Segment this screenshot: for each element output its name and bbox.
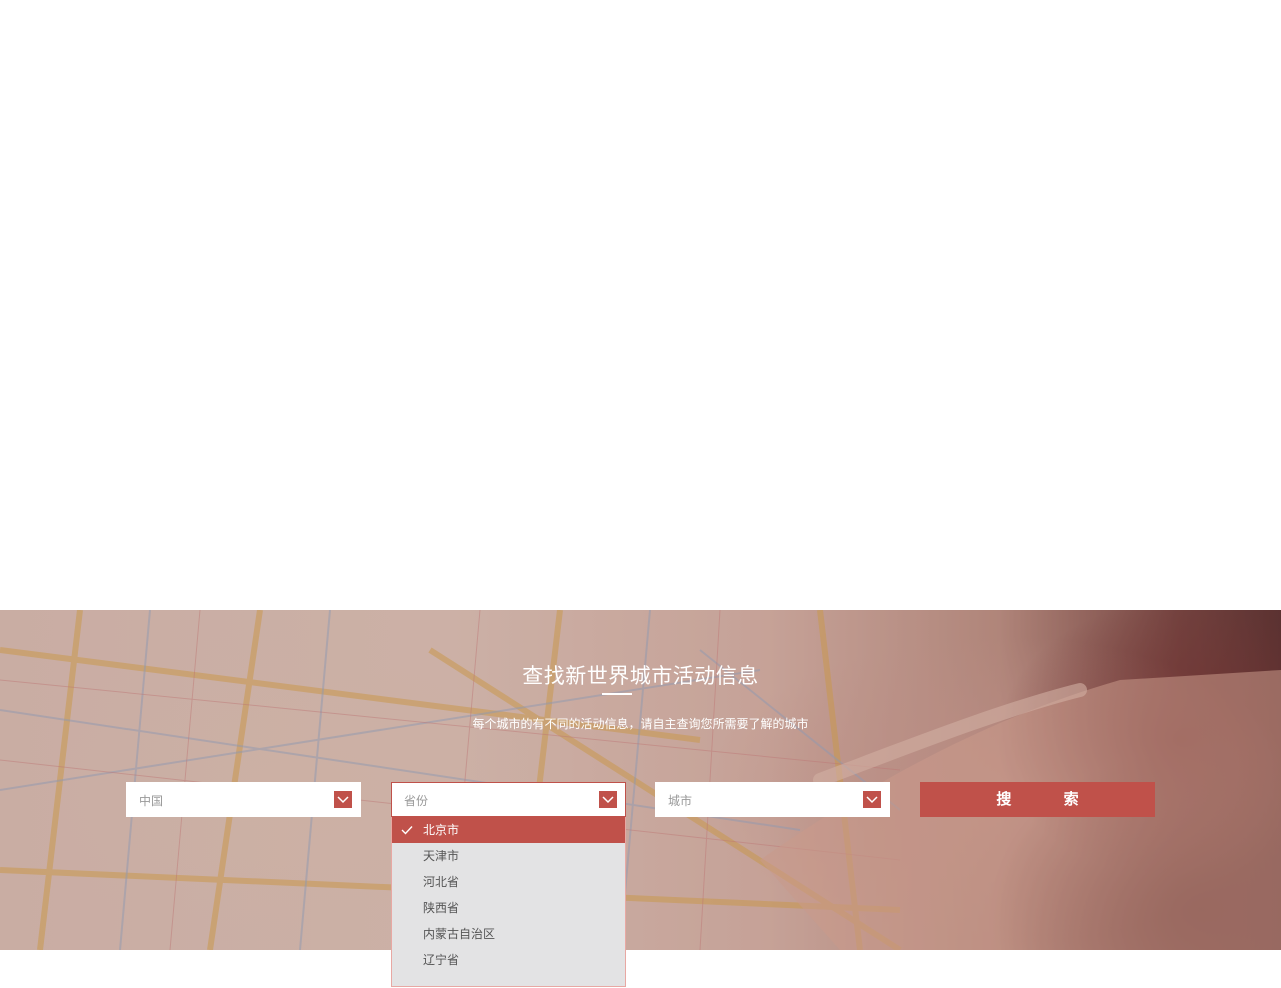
hero-subtitle: 每个城市的有不同的活动信息，请自主查询您所需要了解的城市 bbox=[472, 717, 809, 731]
province-option-beijing[interactable]: 北京市 bbox=[392, 817, 625, 843]
province-option-label: 辽宁省 bbox=[423, 953, 460, 967]
hero-title: 查找新世界城市活动信息 bbox=[522, 664, 759, 688]
province-option-label: 北京市 bbox=[423, 823, 460, 837]
hero-banner: 查找新世界城市活动信息 每个城市的有不同的活动信息，请自主查询您所需要了解的城市 bbox=[0, 610, 1281, 950]
province-option-hebei[interactable]: 河北省 bbox=[392, 869, 625, 895]
province-dropdown: 北京市 天津市 河北省 陕西省 内蒙古自治区 辽宁省 bbox=[391, 817, 626, 987]
province-select[interactable]: 省份 bbox=[391, 782, 626, 817]
chevron-down-icon[interactable] bbox=[863, 791, 881, 808]
city-select-value: 城市 bbox=[668, 794, 693, 808]
province-option-liaoning[interactable]: 辽宁省 bbox=[392, 947, 625, 973]
province-option-label: 河北省 bbox=[423, 875, 460, 889]
country-select[interactable]: 中国 bbox=[126, 782, 361, 817]
check-icon bbox=[401, 826, 413, 835]
province-option-inner-mongolia[interactable]: 内蒙古自治区 bbox=[392, 921, 625, 947]
province-option-label: 内蒙古自治区 bbox=[423, 927, 496, 941]
province-select-value: 省份 bbox=[404, 794, 429, 808]
province-option-shaanxi[interactable]: 陕西省 bbox=[392, 895, 625, 921]
search-button[interactable]: 搜 索 bbox=[920, 782, 1155, 817]
province-option-label: 天津市 bbox=[423, 849, 460, 863]
chevron-down-icon[interactable] bbox=[599, 791, 617, 808]
page: 查找新世界城市活动信息 每个城市的有不同的活动信息，请自主查询您所需要了解的城市… bbox=[0, 0, 1281, 988]
province-option-tianjin[interactable]: 天津市 bbox=[392, 843, 625, 869]
province-option-label: 陕西省 bbox=[423, 901, 460, 915]
country-select-value: 中国 bbox=[139, 794, 164, 808]
chevron-down-icon[interactable] bbox=[334, 791, 352, 808]
city-select[interactable]: 城市 bbox=[655, 782, 890, 817]
title-divider bbox=[602, 693, 632, 695]
